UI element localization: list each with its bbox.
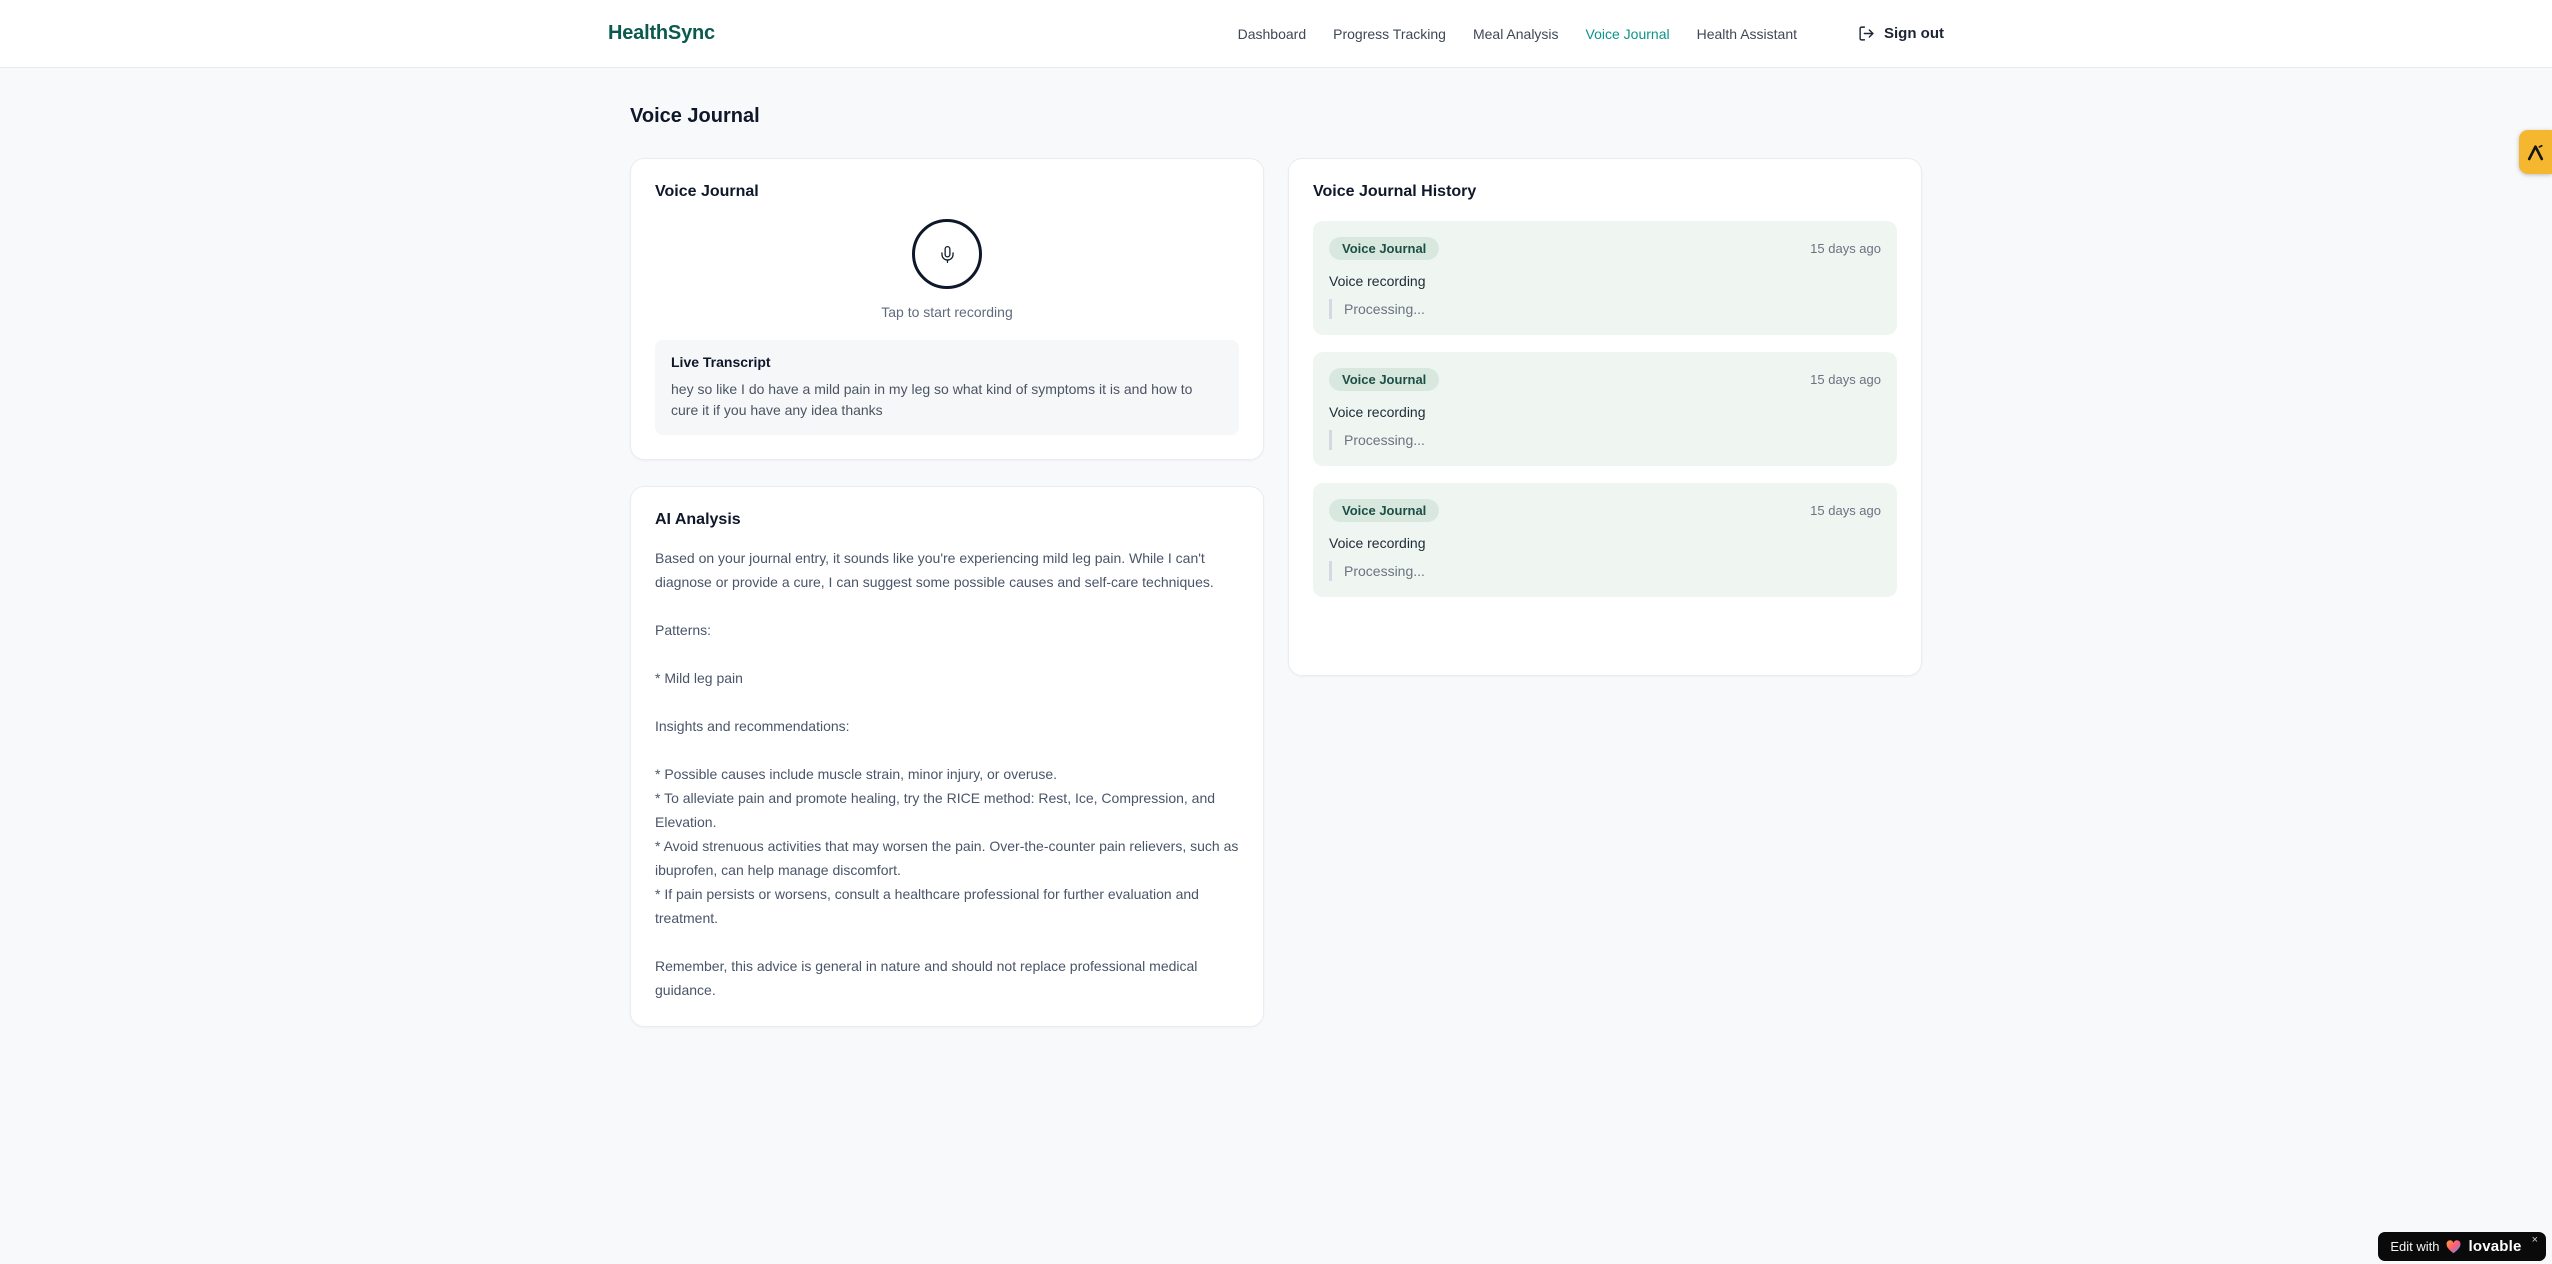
nav-item-progress-tracking[interactable]: Progress Tracking: [1333, 26, 1446, 42]
history-badge: Voice Journal: [1329, 237, 1440, 260]
history-entry-label: Voice recording: [1329, 273, 1426, 289]
history-item[interactable]: Voice Journal 15 days ago Voice recordin…: [1313, 221, 1897, 335]
main-nav: Dashboard Progress Tracking Meal Analysi…: [1238, 25, 1944, 42]
voice-recorder-card: Voice Journal Tap to start recording Liv…: [630, 158, 1264, 460]
lovable-close-icon[interactable]: ×: [2532, 1235, 2538, 1246]
nav-item-voice-journal[interactable]: Voice Journal: [1586, 26, 1670, 42]
ai-analysis-card: AI Analysis Based on your journal entry,…: [630, 486, 1264, 1027]
lovable-prefix-label: Edit with: [2390, 1239, 2440, 1254]
history-card-title: Voice Journal History: [1313, 183, 1477, 200]
top-navigation-bar: HealthSync Dashboard Progress Tracking M…: [0, 0, 2552, 68]
history-timestamp: 15 days ago: [1810, 241, 1881, 256]
nav-item-meal-analysis[interactable]: Meal Analysis: [1473, 26, 1559, 42]
history-timestamp: 15 days ago: [1810, 372, 1881, 387]
history-entry-status: Processing...: [1329, 561, 1881, 581]
history-entry-label: Voice recording: [1329, 404, 1426, 420]
edit-with-lovable-badge[interactable]: Edit with lovable ×: [2378, 1232, 2546, 1261]
sign-out-button[interactable]: Sign out: [1858, 25, 1944, 42]
history-item[interactable]: Voice Journal 15 days ago Voice recordin…: [1313, 352, 1897, 466]
tap-to-record-hint: Tap to start recording: [881, 304, 1013, 320]
history-badge: Voice Journal: [1329, 368, 1440, 391]
browser-extension-badge[interactable]: [2519, 130, 2552, 174]
lambda-logo-icon: [2527, 144, 2544, 160]
nav-item-dashboard[interactable]: Dashboard: [1238, 26, 1307, 42]
recorder-card-title: Voice Journal: [655, 183, 759, 200]
history-entry-status: Processing...: [1329, 299, 1881, 319]
nav-item-health-assistant[interactable]: Health Assistant: [1697, 26, 1797, 42]
sign-out-label: Sign out: [1884, 25, 1944, 42]
lovable-brand-label: lovable: [2468, 1238, 2522, 1255]
live-transcript-title: Live Transcript: [671, 354, 771, 370]
live-transcript-box: Live Transcript hey so like I do have a …: [655, 340, 1239, 435]
logout-icon: [1859, 26, 1874, 41]
live-transcript-text: hey so like I do have a mild pain in my …: [671, 381, 1193, 418]
microphone-icon: [940, 245, 954, 263]
heart-icon: [2447, 1239, 2461, 1253]
voice-journal-history-card: Voice Journal History Voice Journal 15 d…: [1288, 158, 1922, 676]
ai-analysis-title: AI Analysis: [655, 511, 741, 528]
ai-analysis-body: Based on your journal entry, it sounds l…: [655, 550, 1239, 998]
history-entry-label: Voice recording: [1329, 535, 1426, 551]
brand-logo[interactable]: HealthSync: [608, 22, 715, 45]
record-button[interactable]: [912, 219, 982, 289]
history-entry-status: Processing...: [1329, 430, 1881, 450]
history-item[interactable]: Voice Journal 15 days ago Voice recordin…: [1313, 483, 1897, 597]
page-content: Voice Journal Voice Journal Tap to start…: [630, 68, 1922, 1027]
history-badge: Voice Journal: [1329, 499, 1440, 522]
history-list: Voice Journal 15 days ago Voice recordin…: [1313, 221, 1897, 597]
page-title: Voice Journal: [630, 105, 760, 127]
history-timestamp: 15 days ago: [1810, 503, 1881, 518]
